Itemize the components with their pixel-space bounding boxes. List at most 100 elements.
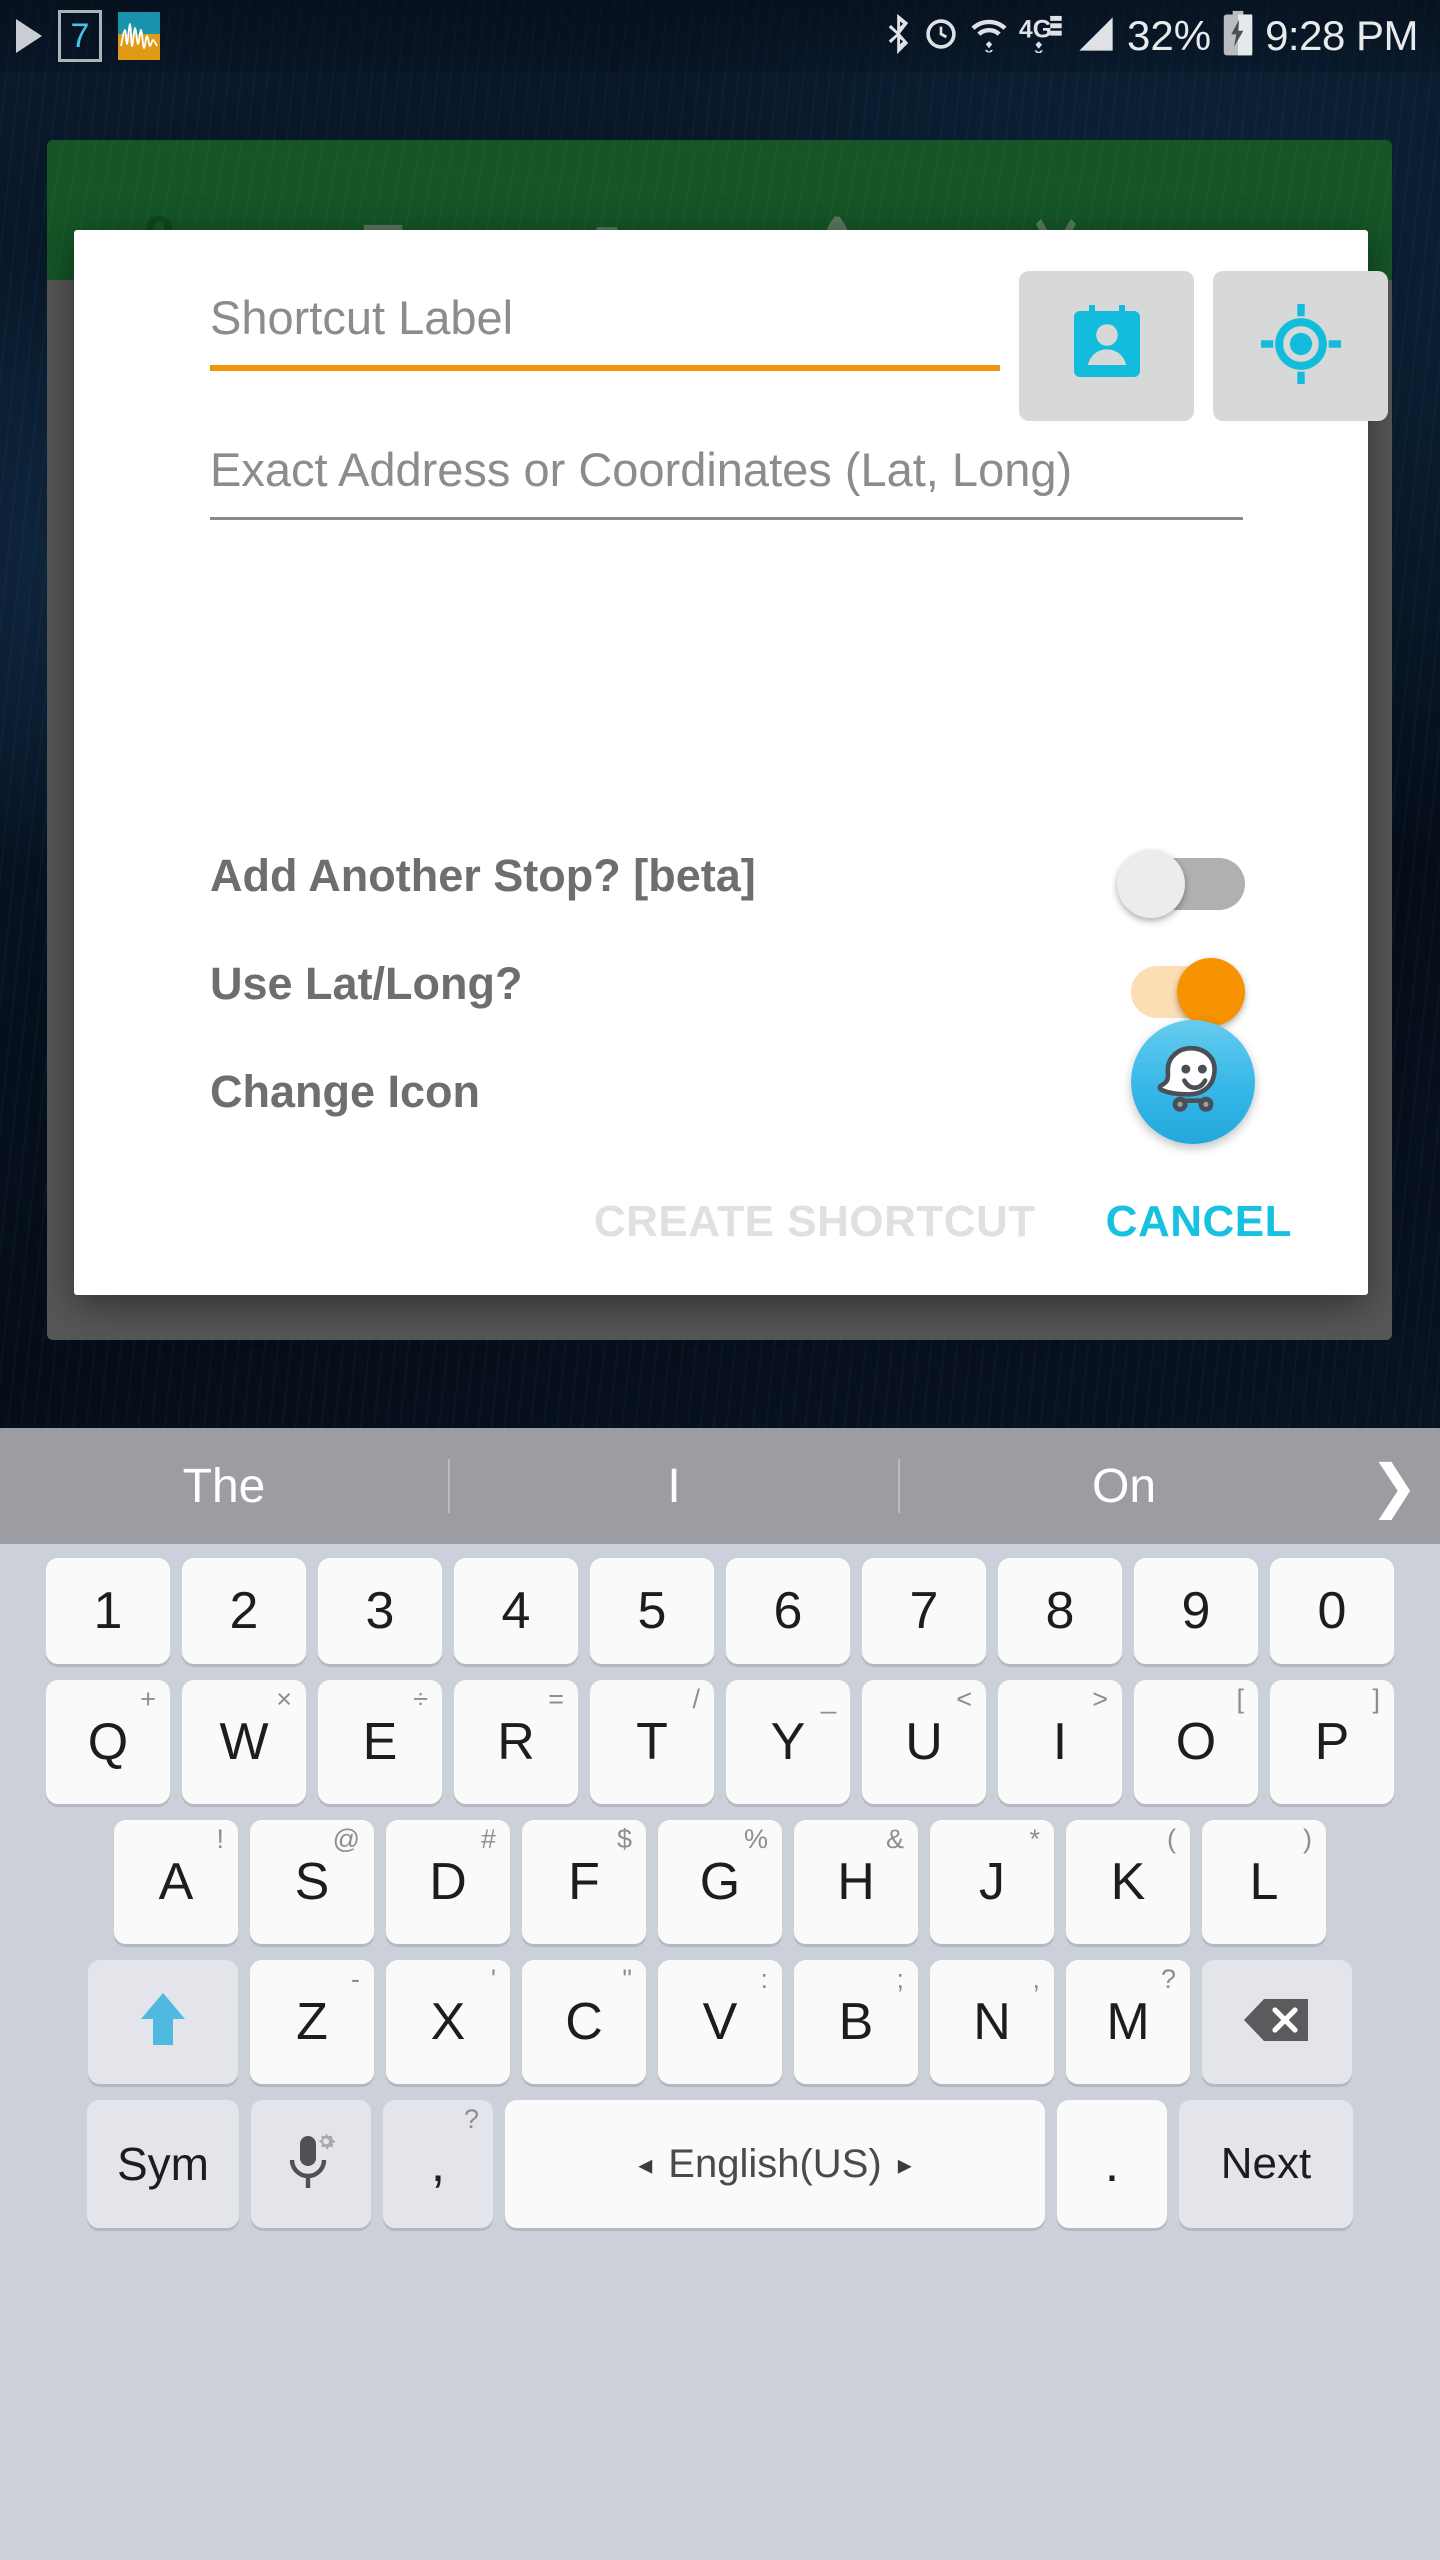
svg-text:4G: 4G [1019,16,1052,43]
wifi-icon [970,12,1008,61]
key-sup: [ [1236,1684,1244,1715]
gps-crosshair-icon [1261,304,1341,389]
change-icon-label: Change Icon [210,1066,480,1118]
status-bar-left: 7 [0,10,160,62]
key-f[interactable]: $F [522,1820,646,1944]
key-p[interactable]: ]P [1270,1680,1394,1804]
key-g[interactable]: %G [658,1820,782,1944]
space-language-label: English(US) [668,2142,881,2187]
key-label: Sym [117,2137,209,2191]
key-o[interactable]: [O [1134,1680,1258,1804]
notification-count-badge: 7 [58,10,102,62]
battery-percent: 32% [1127,12,1211,60]
address-field[interactable]: Exact Address or Coordinates (Lat, Long) [210,442,1243,520]
shortcut-label-placeholder: Shortcut Label [210,290,1000,365]
key-6[interactable]: 6 [726,1558,850,1664]
key-j[interactable]: *J [930,1820,1054,1944]
key-x[interactable]: 'X [386,1960,510,2084]
period-key[interactable]: . [1057,2100,1167,2228]
key-1[interactable]: 1 [46,1558,170,1664]
suggestion-0[interactable]: The [0,1459,448,1514]
cancel-button[interactable]: CANCEL [1106,1197,1292,1247]
key-c[interactable]: "C [522,1960,646,2084]
shortcut-label-underline [210,365,1000,371]
key-label: 7 [910,1581,939,1641]
key-label: G [700,1852,740,1912]
add-stop-toggle[interactable] [1117,850,1245,902]
key-label: D [429,1852,467,1912]
key-z[interactable]: -Z [250,1960,374,2084]
key-2[interactable]: 2 [182,1558,306,1664]
key-v[interactable]: :V [658,1960,782,2084]
key-s[interactable]: @S [250,1820,374,1944]
key-4[interactable]: 4 [454,1558,578,1664]
key-u[interactable]: <U [862,1680,986,1804]
key-sup: < [956,1684,972,1715]
key-grid: 1 2 3 4 5 6 7 8 9 0 +Q ×W ÷E =R /T _Y <U… [0,1544,1440,2238]
audio-wave-icon [118,12,160,60]
key-q[interactable]: +Q [46,1680,170,1804]
key-5[interactable]: 5 [590,1558,714,1664]
key-label: Z [296,1992,328,2052]
signal-bars-icon [1076,12,1116,61]
use-latlong-toggle[interactable] [1117,958,1245,1010]
keyboard-row-bottom: -Z 'X "C :V ;B ,N ?M [8,1960,1432,2084]
key-label: Next [1221,2139,1311,2189]
key-3[interactable]: 3 [318,1558,442,1664]
create-shortcut-button[interactable]: CREATE SHORTCUT [594,1197,1036,1247]
space-key[interactable]: ◂ English(US) ▸ [505,2100,1045,2228]
key-label: S [295,1852,330,1912]
chevron-right-icon[interactable]: ❯ [1348,1452,1440,1520]
key-label: 0 [1318,1581,1347,1641]
option-row-add-stop: Add Another Stop? [beta] [210,850,1245,902]
suggestion-2[interactable]: On [900,1459,1348,1514]
key-label: Q [88,1712,128,1772]
key-d[interactable]: #D [386,1820,510,1944]
backspace-key[interactable] [1202,1960,1352,2084]
bluetooth-icon [886,12,912,61]
microphone-key[interactable] [251,2100,371,2228]
key-8[interactable]: 8 [998,1558,1122,1664]
next-key[interactable]: Next [1179,2100,1353,2228]
key-h[interactable]: &H [794,1820,918,1944]
shift-key[interactable] [88,1960,238,2084]
key-sup: % [744,1824,768,1855]
key-m[interactable]: ?M [1066,1960,1190,2084]
key-k[interactable]: (K [1066,1820,1190,1944]
key-sup: ' [491,1964,496,1995]
status-bar: 7 4G 32% 9:28 PM [0,0,1440,72]
key-n[interactable]: ,N [930,1960,1054,2084]
key-y[interactable]: _Y [726,1680,850,1804]
on-screen-keyboard: The I On ❯ 1 2 3 4 5 6 7 8 9 0 +Q ×W [0,1428,1440,2560]
gps-location-button[interactable] [1213,271,1388,421]
dialog-actions: CREATE SHORTCUT CANCEL [594,1197,1292,1247]
key-i[interactable]: >I [998,1680,1122,1804]
key-label: B [839,1992,874,2052]
key-sup: ( [1167,1824,1176,1855]
prev-language-arrow-icon[interactable]: ◂ [638,2148,652,2181]
key-l[interactable]: )L [1202,1820,1326,1944]
comma-key[interactable]: ?, [383,2100,493,2228]
shortcut-label-field[interactable]: Shortcut Label [210,290,1000,371]
battery-charging-icon [1222,10,1254,63]
key-r[interactable]: =R [454,1680,578,1804]
symbols-key[interactable]: Sym [87,2100,239,2228]
suggestion-1[interactable]: I [450,1459,898,1514]
waze-icon[interactable] [1131,1020,1255,1144]
key-sup: _ [821,1684,836,1715]
key-0[interactable]: 0 [1270,1558,1394,1664]
key-a[interactable]: !A [114,1820,238,1944]
contacts-picker-button[interactable] [1019,271,1194,421]
key-label: 8 [1046,1581,1075,1641]
key-w[interactable]: ×W [182,1680,306,1804]
key-label: I [1053,1712,1067,1772]
next-language-arrow-icon[interactable]: ▸ [898,2148,912,2181]
key-t[interactable]: /T [590,1680,714,1804]
key-sup: # [481,1824,496,1855]
key-7[interactable]: 7 [862,1558,986,1664]
key-label: 9 [1182,1581,1211,1641]
key-9[interactable]: 9 [1134,1558,1258,1664]
key-b[interactable]: ;B [794,1960,918,2084]
key-label: U [905,1712,943,1772]
key-e[interactable]: ÷E [318,1680,442,1804]
